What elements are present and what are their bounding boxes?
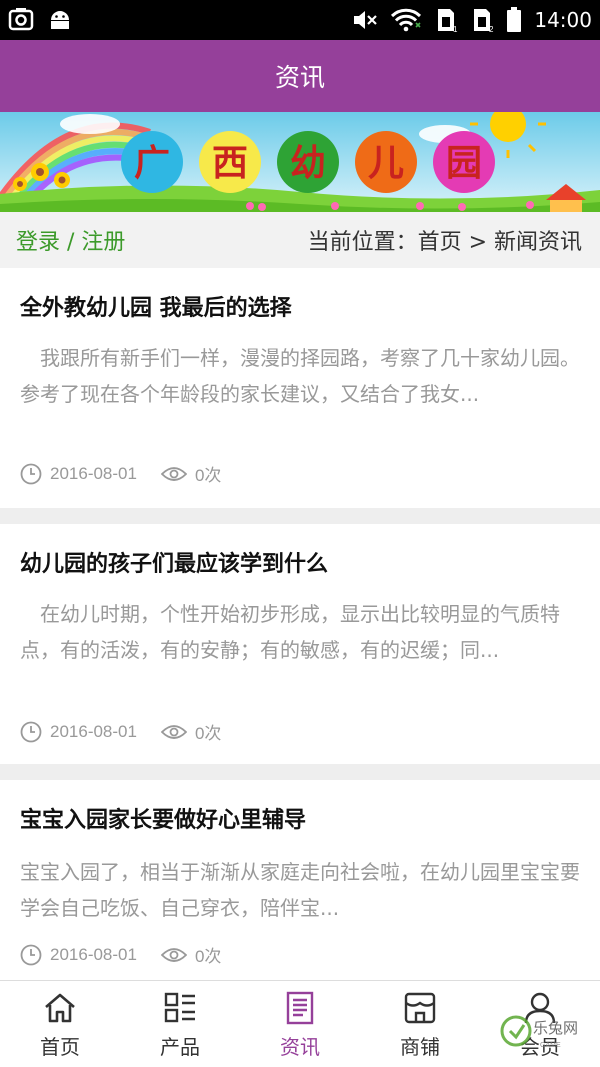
tab-label: 资讯 — [280, 1035, 320, 1059]
article-date: 2016-08-01 — [50, 944, 137, 964]
banner-image: 广西幼儿园 — [0, 112, 600, 212]
watermark-text: 乐兔网 — [533, 1019, 578, 1037]
sim2-icon: 2 — [474, 9, 494, 33]
android-icon — [51, 11, 69, 29]
article-views: 0次 — [194, 724, 222, 743]
tab-home[interactable]: 首页 — [0, 981, 120, 1067]
status-time: 14:00 — [534, 8, 592, 32]
eye-icon — [160, 947, 187, 962]
clock-icon — [20, 463, 42, 484]
article-views: 0次 — [194, 947, 222, 966]
tab-products[interactable]: 产品 — [120, 981, 240, 1067]
tab-news[interactable]: 资讯 — [240, 981, 360, 1067]
breadcrumb-bar: 登录 / 注册 当前位置：首页 > 新闻资讯 — [0, 212, 600, 268]
auth-links: 登录 / 注册 — [16, 224, 125, 256]
article-summary: 宝宝入园了，相当于渐渐从家庭走向社会啦，在幼儿园里宝宝要学会自己吃饭、自己穿衣，… — [20, 860, 580, 920]
banner-char: 园 — [446, 143, 482, 184]
status-bar: 1 2 14:00 — [0, 0, 600, 40]
banner-char: 儿 — [368, 143, 404, 184]
tab-label: 产品 — [160, 1035, 200, 1059]
article-views: 0次 — [194, 466, 222, 485]
app-header: 资讯 — [0, 40, 600, 112]
svg-text:GAME: GAME — [540, 1042, 561, 1049]
store-icon — [404, 992, 436, 1024]
article-title[interactable]: 宝宝入园家长要做好心里辅导 — [20, 802, 306, 834]
article-meta: 2016-08-01 0次 — [20, 942, 221, 967]
article-summary: 在幼儿时期，个性开始初步形成，显示出比较明显的气质特点，有的活泼，有的安静；有的… — [20, 602, 560, 662]
article-summary: 我跟所有新手们一样，漫漫的择园路，考察了几十家幼儿园。参考了现在各个年龄段的家长… — [20, 346, 580, 406]
article-meta: 2016-08-01 0次 — [20, 461, 221, 486]
article-card[interactable]: 全外教幼儿园 我最后的选择 我跟所有新手们一样，漫漫的择园路，考察了几十家幼儿园… — [0, 268, 600, 508]
watermark-logo: 乐兔网 GAME — [500, 1015, 578, 1049]
tab-label: 首页 — [40, 1035, 80, 1059]
article-title[interactable]: 全外教幼儿园 我最后的选择 — [20, 290, 292, 322]
eye-icon — [160, 466, 187, 481]
wifi-icon — [391, 8, 422, 32]
login-link[interactable]: 登录 — [16, 230, 60, 255]
clock-icon — [20, 944, 42, 965]
svg-text:1: 1 — [453, 25, 458, 33]
banner-char: 幼 — [290, 143, 326, 184]
banner-char: 西 — [212, 143, 248, 184]
article-date: 2016-08-01 — [50, 463, 137, 483]
home-icon — [45, 993, 75, 1023]
document-icon — [286, 991, 314, 1025]
tab-store[interactable]: 商铺 — [360, 981, 480, 1067]
tab-label: 商铺 — [400, 1035, 440, 1059]
article-card[interactable]: 宝宝入园家长要做好心里辅导 宝宝入园了，相当于渐渐从家庭走向社会啦，在幼儿园里宝… — [0, 780, 600, 980]
clock-icon — [20, 721, 42, 742]
article-card[interactable]: 幼儿园的孩子们最应该学到什么 在幼儿时期，个性开始初步形成，显示出比较明显的气质… — [0, 524, 600, 764]
auth-separator: / — [60, 230, 82, 255]
grid-list-icon — [164, 992, 195, 1023]
battery-icon — [507, 7, 522, 32]
article-meta: 2016-08-01 0次 — [20, 719, 221, 744]
register-link[interactable]: 注册 — [81, 230, 125, 255]
sim1-icon: 1 — [438, 9, 458, 33]
breadcrumb: 当前位置：首页 > 新闻资讯 — [307, 230, 582, 255]
article-title[interactable]: 幼儿园的孩子们最应该学到什么 — [20, 546, 328, 578]
svg-text:2: 2 — [489, 25, 494, 33]
screenshot-icon — [8, 8, 34, 31]
page-title: 资讯 — [274, 63, 325, 92]
article-date: 2016-08-01 — [50, 721, 137, 741]
banner-char: 广 — [134, 143, 170, 184]
eye-icon — [160, 724, 187, 739]
mute-icon — [354, 11, 378, 29]
